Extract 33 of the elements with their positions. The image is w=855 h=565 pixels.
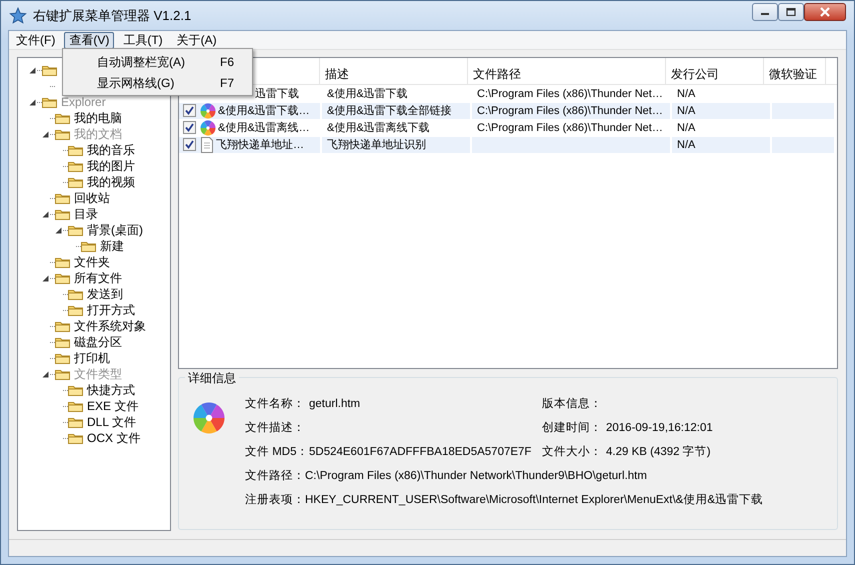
shortcut-label: F7 (220, 74, 234, 92)
field-label: 注册表项： (245, 492, 305, 508)
field-value: C:\Program Files (x86)\Thunder Network\Thunder9\BHO\geturl.htm (305, 469, 647, 484)
field-label: 文件描述： (245, 420, 306, 436)
field-value: 4.29 KB (4392 字节) (606, 444, 711, 460)
field-value: 2016-09-19,16:12:01 (606, 421, 713, 436)
table-cell-text: N/A (676, 120, 696, 136)
row-name: &使用&迅雷下载… (218, 104, 310, 118)
field-label: 文件路径： (245, 468, 305, 484)
table-cell: 飞翔快递单地址识别 (322, 136, 470, 152)
field-value: geturl.htm (309, 397, 360, 412)
row-name: &使用&迅雷离线… (218, 120, 310, 136)
window-title: 右键扩展菜单管理器 V1.2.1 (33, 6, 192, 25)
field-label: 文件大小： (542, 444, 603, 460)
field-label: 文件名称： (245, 396, 306, 412)
shortcut-label: F6 (220, 54, 234, 70)
row-name: 飞翔快递单地址… (216, 138, 304, 152)
field-value: HKEY_CURRENT_USER\Software\Microsoft\Internet Explorer\MenuExt\&使用&迅雷下载 (305, 492, 764, 508)
table-cell: N/A (672, 102, 770, 118)
table-cell-text: &使用&迅雷离线下载 (326, 120, 431, 136)
table-cell: &使用&迅雷下载全部链接 (322, 102, 470, 118)
table-cell: N/A (672, 136, 770, 152)
group-title: 详细信息 (185, 369, 239, 387)
field-value: 5D524E601F67ADFFFBA18ED5A5707E7F (309, 445, 532, 460)
table-cell-text: N/A (676, 86, 696, 102)
row-name: 迅雷下载 (255, 86, 299, 102)
table-cell-text: C:\Program Files (x86)\Thunder Net… (476, 120, 664, 136)
table-cell: C:\Program Files (x86)\Thunder Net… (472, 102, 670, 118)
table-cell-text: C:\Program Files (x86)\Thunder Net… (476, 86, 664, 102)
field-label: 版本信息： (542, 396, 603, 412)
field-label: 文件 MD5： (245, 444, 309, 460)
field-label: 创建时间： (542, 420, 603, 436)
table-cell-text: &使用&迅雷下载 (326, 86, 409, 102)
